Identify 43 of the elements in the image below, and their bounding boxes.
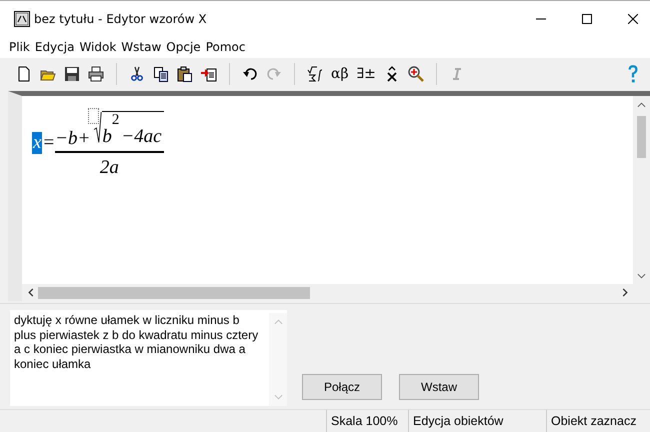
scroll-thumb[interactable]	[38, 286, 310, 298]
formula-variable[interactable]: x	[32, 132, 42, 154]
denominator: 2a	[100, 156, 119, 178]
menu-item[interactable]: Edycja	[34, 40, 74, 54]
menu-item[interactable]: Pomoc	[206, 40, 246, 54]
scroll-right-icon[interactable]	[622, 288, 628, 297]
menu-item[interactable]: Widok	[79, 40, 116, 54]
action-button[interactable]: Połącz	[302, 374, 382, 400]
undo-icon[interactable]	[242, 66, 258, 82]
close-icon[interactable]	[628, 14, 638, 24]
index-placeholder	[88, 108, 100, 124]
status-field: Edycja obiektów	[408, 410, 546, 432]
status-field: Obiekt zaznacz	[546, 410, 650, 432]
printer-icon[interactable]	[88, 66, 104, 82]
root-sum-icon[interactable]	[307, 66, 323, 82]
formula-term: −4ac	[121, 126, 162, 148]
menu-item[interactable]: Plik	[9, 40, 30, 54]
scroll-left-icon[interactable]	[28, 288, 34, 297]
window-title: bez tytułu - Edytor wzorów X	[34, 12, 207, 26]
scroll-up-icon[interactable]	[637, 102, 646, 108]
magnifier-icon[interactable]	[408, 66, 424, 82]
menu-item[interactable]: Opcje	[166, 40, 201, 54]
scroll-thumb[interactable]	[637, 116, 646, 158]
clipboard-arrow-icon[interactable]	[201, 66, 217, 82]
status-field: Skala 100%	[326, 410, 408, 432]
clipboard-icon[interactable]	[177, 66, 193, 82]
app-icon	[14, 10, 30, 26]
scroll-down-icon[interactable]	[637, 273, 646, 279]
scissors-icon[interactable]	[129, 66, 145, 82]
vertical-scrollbar[interactable]	[633, 96, 650, 284]
help-icon[interactable]	[626, 64, 640, 84]
floppy-icon[interactable]	[64, 66, 80, 82]
maximize-icon[interactable]	[582, 14, 592, 24]
page-icon[interactable]	[16, 66, 32, 82]
toolbar-button[interactable]: ∃±	[356, 66, 376, 82]
toolbar-button[interactable]: αβ	[331, 66, 349, 82]
formula-term: b	[102, 126, 112, 148]
exponent: 2	[112, 112, 120, 129]
action-button[interactable]: Wstaw	[399, 374, 479, 400]
equals-sign: =	[43, 132, 54, 154]
copy-icon[interactable]	[153, 66, 169, 82]
menu-item[interactable]: Wstaw	[121, 40, 162, 54]
formula-term: −b+	[55, 128, 90, 150]
